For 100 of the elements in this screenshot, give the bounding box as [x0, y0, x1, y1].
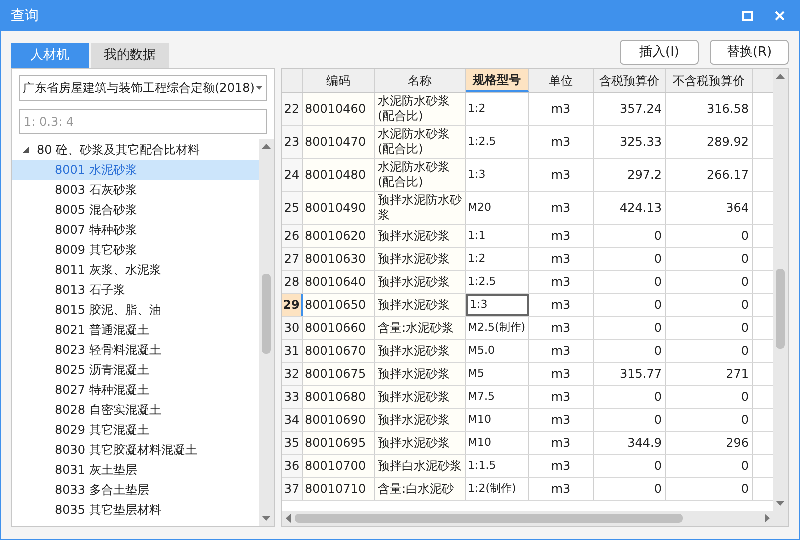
tree-item[interactable]: 8031 灰土垫层 — [12, 460, 259, 480]
table-cell: 预拌水泥砂浆 — [375, 271, 466, 293]
row-number[interactable]: 37 — [282, 478, 303, 500]
tree-item[interactable]: 8033 多合土垫层 — [12, 480, 259, 500]
row-number[interactable]: 22 — [282, 93, 303, 125]
row-number[interactable]: 36 — [282, 455, 303, 477]
row-number[interactable]: 31 — [282, 340, 303, 362]
tree-item[interactable]: 8005 混合砂浆 — [12, 200, 259, 220]
table-cell: m3 — [529, 455, 594, 477]
table-cell: 1:1 — [466, 225, 529, 247]
table-cell: 80010490 — [303, 192, 375, 224]
scroll-down-icon[interactable] — [262, 516, 271, 521]
tree-item[interactable]: 8009 其它砂浆 — [12, 240, 259, 260]
table-cell: 0 — [666, 248, 753, 270]
row-number[interactable]: 25 — [282, 192, 303, 224]
tree-item[interactable]: 8007 特种砂浆 — [12, 220, 259, 240]
table-cell: 预拌水泥砂浆 — [375, 386, 466, 408]
tree-item[interactable]: 8030 其它胶凝材料混凝土 — [12, 440, 259, 460]
table-cell: M10 — [466, 432, 529, 454]
row-number[interactable]: 34 — [282, 409, 303, 431]
table-cell: 0 — [594, 386, 666, 408]
column-header[interactable]: 规格型号 — [466, 69, 529, 92]
table-cell: m3 — [529, 248, 594, 270]
table-cell: 316.58 — [666, 93, 753, 125]
table-cell: M2.5(制作) — [466, 317, 529, 339]
column-header[interactable]: 编码 — [303, 69, 375, 92]
table-cell: 1:2.5 — [466, 126, 529, 158]
tree-item[interactable]: 8035 其它垫层材料 — [12, 500, 259, 520]
quota-dropdown[interactable]: 广东省房屋建筑与装饰工程综合定额(2018) — [19, 75, 267, 101]
table-cell: m3 — [529, 192, 594, 224]
tree-item[interactable]: 8015 胶泥、脂、油 — [12, 300, 259, 320]
scroll-thumb[interactable] — [776, 269, 785, 349]
tree-item[interactable]: 8001 水泥砂浆 — [12, 160, 259, 180]
column-header[interactable]: 含税预算价 — [594, 69, 666, 92]
table-cell: 1:2(制作) — [466, 478, 529, 500]
table-cell: 0 — [666, 271, 753, 293]
scroll-down-icon[interactable] — [776, 501, 785, 506]
table-cell: 0 — [594, 455, 666, 477]
row-number[interactable]: 33 — [282, 386, 303, 408]
tree-item[interactable]: 8023 轻骨料混凝土 — [12, 340, 259, 360]
tree-item[interactable]: 8003 石灰砂浆 — [12, 180, 259, 200]
row-number[interactable]: 27 — [282, 248, 303, 270]
tree-item[interactable]: 8025 沥青混凝土 — [12, 360, 259, 380]
table-cell: 含量:白水泥砂 — [375, 478, 466, 500]
tree-item[interactable]: 8011 灰浆、水泥浆 — [12, 260, 259, 280]
table-cell: m3 — [529, 93, 594, 125]
table-cell: 80010695 — [303, 432, 375, 454]
row-number[interactable]: 28 — [282, 271, 303, 293]
row-number[interactable]: 24 — [282, 159, 303, 191]
tree-item[interactable]: 8021 普通混凝土 — [12, 320, 259, 340]
table-cell: m3 — [529, 340, 594, 362]
vertical-scrollbar[interactable] — [259, 139, 274, 526]
horizontal-scrollbar[interactable] — [282, 511, 788, 526]
scroll-up-icon[interactable] — [262, 144, 271, 149]
action-button[interactable]: 插入(I) — [620, 40, 699, 65]
table-cell: 预拌水泥砂浆 — [375, 294, 466, 316]
tab[interactable]: 我的数据 — [91, 43, 169, 68]
table-cell: 预拌水泥砂浆 — [375, 363, 466, 385]
column-header[interactable]: 单位 — [529, 69, 594, 92]
maximize-icon[interactable] — [742, 11, 753, 21]
table-cell: 271 — [666, 363, 753, 385]
table-cell: 80010640 — [303, 271, 375, 293]
table-cell: 0 — [666, 340, 753, 362]
column-header[interactable]: 不含税预算价 — [666, 69, 753, 92]
table-cell: 1:3 — [466, 159, 529, 191]
table-cell: 0 — [594, 317, 666, 339]
table-cell: 0 — [594, 478, 666, 500]
table-cell: 80010680 — [303, 386, 375, 408]
action-button[interactable]: 替换(R) — [710, 40, 789, 65]
tree-item[interactable]: 8013 石子浆 — [12, 280, 259, 300]
row-number[interactable]: 23 — [282, 126, 303, 158]
table-cell: 80010700 — [303, 455, 375, 477]
tree-item[interactable]: 8028 自密实混凝土 — [12, 400, 259, 420]
tree-item[interactable]: 8029 其它混凝土 — [12, 420, 259, 440]
table-cell: 预拌水泥防水砂浆 — [375, 192, 466, 224]
table-cell: M20 — [466, 192, 529, 224]
row-number[interactable]: 32 — [282, 363, 303, 385]
table-cell: m3 — [529, 271, 594, 293]
row-number[interactable]: 30 — [282, 317, 303, 339]
row-number[interactable]: 26 — [282, 225, 303, 247]
table-cell: m3 — [529, 478, 594, 500]
table-cell: 289.92 — [666, 126, 753, 158]
scroll-up-icon[interactable] — [776, 74, 785, 79]
scroll-thumb[interactable] — [295, 514, 683, 523]
row-number[interactable]: 29 — [282, 294, 303, 316]
tree-item[interactable]: 80 砼、砂浆及其它配合比材料 — [12, 140, 259, 160]
tree-item[interactable]: 8027 特种混凝土 — [12, 380, 259, 400]
row-number[interactable]: 35 — [282, 432, 303, 454]
table-cell: 357.24 — [594, 93, 666, 125]
table-cell: 0 — [594, 294, 666, 316]
table-cell: 0 — [666, 478, 753, 500]
expand-arrow-icon[interactable] — [23, 147, 29, 153]
table-cell: 0 — [594, 340, 666, 362]
table-cell: 0 — [666, 386, 753, 408]
close-icon[interactable] — [775, 11, 785, 21]
scroll-thumb[interactable] — [262, 274, 271, 354]
scroll-left-icon[interactable] — [286, 514, 291, 523]
table-cell: 水泥防水砂浆(配合比) — [375, 93, 466, 125]
scroll-right-icon[interactable] — [765, 514, 770, 523]
vertical-scrollbar[interactable] — [773, 69, 788, 511]
